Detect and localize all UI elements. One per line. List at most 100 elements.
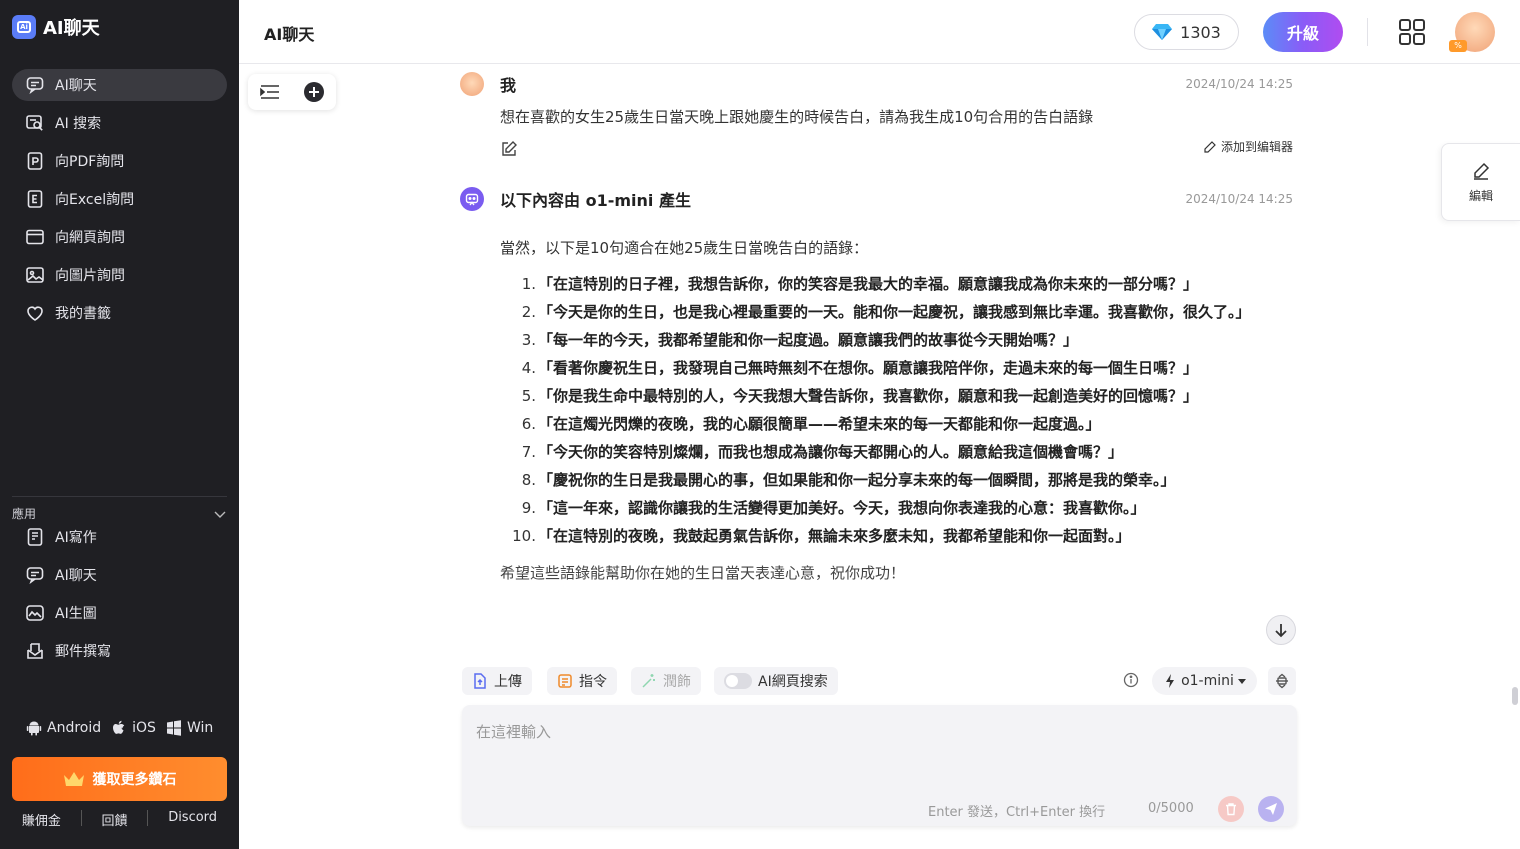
- sidebar-item-ai-chat[interactable]: AI聊天: [12, 69, 227, 101]
- platform-ios[interactable]: iOS: [111, 720, 156, 736]
- sidebar-item-label: 向圖片詢問: [55, 268, 125, 284]
- list-item-text: 「看著你慶祝生日，我發現自己無時無刻不在想你。願意讓我陪伴你，走過未來的每一個生…: [538, 359, 1199, 377]
- user-avatar[interactable]: %: [1449, 12, 1495, 52]
- sidebar-item-label: AI 搜索: [55, 116, 102, 132]
- sidebar-item-bookmarks[interactable]: 我的書籤: [12, 297, 227, 329]
- sidebar-nav: AI聊天 AI 搜索 向PDF詢問 向Excel詢問 向網頁詢問 向圖片詢問 我…: [12, 69, 227, 335]
- apps-grid-icon[interactable]: [1398, 18, 1426, 46]
- list-number: 1.: [521, 275, 536, 293]
- sidebar-item-ai-search[interactable]: AI 搜索: [12, 107, 227, 139]
- sidebar-item-image[interactable]: 向圖片詢問: [12, 259, 227, 291]
- page-title: AI聊天: [264, 25, 315, 44]
- web-search-toggle[interactable]: AI網頁搜索: [714, 667, 838, 695]
- apps-section-toggle[interactable]: 應用: [12, 496, 227, 521]
- apple-icon: [113, 720, 125, 734]
- list-item-text: 「你是我生命中最特別的人，今天我想大聲告訴你，我喜歡你，願意和我一起創造美好的回…: [538, 387, 1199, 405]
- chat-icon: [25, 75, 45, 95]
- model-select[interactable]: o1-mini: [1152, 667, 1257, 695]
- edit-message-icon[interactable]: [500, 140, 518, 162]
- get-diamonds-button[interactable]: 獲取更多鑽石: [12, 757, 227, 801]
- footer-link-feedback[interactable]: 回饋: [102, 810, 128, 829]
- image-gen-icon: [25, 603, 45, 623]
- app-logo-icon: Ai: [12, 15, 36, 39]
- diamond-balance[interactable]: 1303: [1134, 14, 1239, 50]
- editor-tab[interactable]: 編輯: [1441, 143, 1520, 221]
- list-item: 7. 「今天你的笑容特別燦爛，而我也想成為讓你每天都開心的人。願意給我這個機會嗎？…: [500, 438, 1293, 466]
- footer-link-commission[interactable]: 賺佣金: [22, 810, 61, 829]
- sidebar-item-excel[interactable]: 向Excel詢問: [12, 183, 227, 215]
- command-button[interactable]: 指令: [547, 667, 617, 695]
- message-intro: 當然，以下是10句適合在她25歲生日當晚告白的語錄：: [500, 239, 869, 257]
- footer-link-discord[interactable]: Discord: [168, 810, 217, 829]
- pencil-icon: [1204, 140, 1216, 153]
- toggle-switch[interactable]: [724, 673, 752, 689]
- windows-icon: [166, 720, 181, 736]
- webpage-icon: [25, 227, 45, 247]
- divider: [147, 810, 149, 826]
- list-number: 2.: [521, 303, 536, 321]
- chat-icon: [25, 565, 45, 585]
- message-input[interactable]: [476, 721, 1276, 781]
- brand[interactable]: Ai AI聊天: [12, 14, 100, 40]
- list-number: 5.: [521, 387, 536, 405]
- polish-button[interactable]: 潤飾: [631, 667, 701, 695]
- logo-text: Ai: [17, 21, 31, 33]
- search-icon: [25, 113, 45, 133]
- send-button[interactable]: [1258, 796, 1284, 822]
- list-item-text: 「在這特別的日子裡，我想告訴你，你的笑容是我最大的幸福。願意讓我成為你未來的一部…: [538, 275, 1199, 293]
- sidebar-item-label: 我的書籤: [55, 306, 111, 322]
- command-icon: [558, 674, 572, 688]
- apps-section-label: 應用: [12, 507, 37, 521]
- list-number: 8.: [521, 471, 536, 489]
- arrow-down-icon: [1275, 624, 1287, 638]
- list-number: 10.: [512, 527, 536, 545]
- add-to-editor-button[interactable]: 添加到编辑器: [1203, 138, 1293, 155]
- command-label: 指令: [579, 674, 607, 690]
- diamond-icon: [1152, 24, 1173, 40]
- platform-label: iOS: [132, 720, 156, 736]
- sidebar-item-label: AI聊天: [55, 78, 97, 94]
- editor-tab-label: 編輯: [1468, 188, 1493, 203]
- collapse-composer-icon[interactable]: [1268, 667, 1296, 695]
- polish-label: 潤飾: [663, 674, 691, 690]
- user-message: 我 2024/10/24 14:25 想在喜歡的女生25歲生日當天晚上跟她慶生的…: [460, 72, 1293, 156]
- message-author: 我: [500, 76, 517, 95]
- sparkle-icon: [1166, 674, 1175, 688]
- mail-icon: [25, 641, 45, 661]
- list-item: 5. 「你是我生命中最特別的人，今天我想大聲告訴你，我喜歡你，願意和我一起創造美好…: [500, 382, 1293, 410]
- apps-list: AI寫作 AI聊天 AI生圖 郵件撰寫: [12, 521, 227, 673]
- app-item-image-gen[interactable]: AI生圖: [12, 597, 227, 629]
- info-icon[interactable]: [1123, 672, 1139, 692]
- divider: [80, 810, 82, 826]
- sidebar: Ai AI聊天 AI聊天 AI 搜索 向PDF詢問 向Excel詢問 向網頁詢問…: [0, 0, 239, 849]
- history-list-icon[interactable]: [259, 84, 280, 100]
- list-item-text: 「每一年的今天，我都希望能和你一起度過。願意讓我們的故事從今天開始嗎？」: [538, 331, 1079, 349]
- char-counter: 0/5000: [1148, 801, 1194, 816]
- app-item-label: AI生圖: [55, 606, 97, 622]
- sidebar-item-webpage[interactable]: 向網頁詢問: [12, 221, 227, 253]
- upgrade-button[interactable]: 升級: [1263, 12, 1343, 52]
- platform-label: Win: [186, 720, 214, 736]
- scrollbar-thumb[interactable]: [1512, 687, 1518, 705]
- footer-links: 賺佣金 回饋 Discord: [12, 810, 227, 829]
- quote-list: 1. 「在這特別的日子裡，我想告訴你，你的笑容是我最大的幸福。願意讓我成為你未來的…: [500, 270, 1293, 550]
- upload-button[interactable]: 上傳: [462, 667, 532, 695]
- message-timestamp: 2024/10/24 14:25: [1185, 77, 1293, 91]
- app-item-mail[interactable]: 郵件撰寫: [12, 635, 227, 667]
- upload-label: 上傳: [494, 674, 522, 690]
- scroll-to-bottom-button[interactable]: [1266, 615, 1296, 645]
- app-item-writing[interactable]: AI寫作: [12, 521, 227, 553]
- sidebar-item-pdf[interactable]: 向PDF詢問: [12, 145, 227, 177]
- list-item-text: 「在這特別的夜晚，我鼓起勇氣告訴你，無論未來多麼未知，我都希望能和你一起面對。」: [538, 527, 1131, 545]
- add-to-editor-label: 添加到编辑器: [1220, 140, 1293, 154]
- platform-android[interactable]: Android: [26, 720, 101, 736]
- platform-windows[interactable]: Win: [166, 720, 213, 736]
- composer: Enter 發送，Ctrl+Enter 換行 0/5000: [462, 705, 1297, 826]
- app-item-chat[interactable]: AI聊天: [12, 559, 227, 591]
- clear-button[interactable]: [1218, 796, 1244, 822]
- message-text: 想在喜歡的女生25歲生日當天晚上跟她慶生的時候告白，請為我生成10句合用的告白語…: [500, 108, 1094, 126]
- vip-badge-icon: %: [1449, 40, 1467, 52]
- new-chat-icon[interactable]: [303, 81, 325, 103]
- app-item-label: AI聊天: [55, 568, 97, 584]
- image-icon: [25, 265, 45, 285]
